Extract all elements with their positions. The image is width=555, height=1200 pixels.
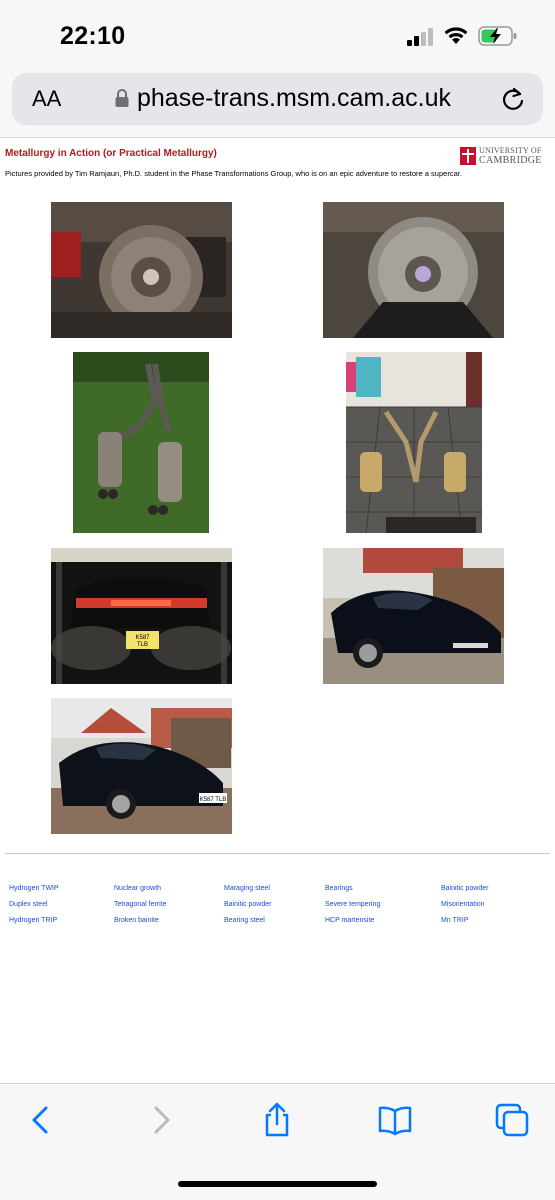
- wifi-icon: [444, 27, 468, 44]
- footer-link[interactable]: Hydrogen TWIP: [9, 885, 59, 892]
- bookmarks-icon[interactable]: [377, 1102, 413, 1138]
- footer-link[interactable]: Severe tempering: [325, 901, 380, 908]
- lock-icon: [115, 89, 129, 107]
- footer-link[interactable]: Duplex steel: [9, 901, 48, 908]
- photo-brake-disc-1[interactable]: [51, 202, 232, 338]
- battery-charging-icon: [478, 26, 517, 46]
- cambridge-logo[interactable]: UNIVERSITY OF CAMBRIDGE: [460, 146, 550, 168]
- browser-address-area: AA phase-trans.msm.cam.ac.uk: [0, 66, 555, 138]
- photo-car-front-2[interactable]: K587 TLB: [51, 698, 232, 834]
- browser-toolbar: [0, 1083, 555, 1200]
- footer-link[interactable]: HCP martensite: [325, 917, 374, 924]
- footer-link[interactable]: Bainitic powder: [441, 885, 488, 892]
- footer-link[interactable]: Mn TRIP: [441, 917, 469, 924]
- divider: [5, 853, 550, 854]
- status-time: 22:10: [60, 22, 126, 50]
- svg-text:TLB: TLB: [137, 642, 148, 648]
- footer-link[interactable]: Bearings: [325, 885, 353, 892]
- share-icon[interactable]: [259, 1102, 295, 1138]
- address-bar[interactable]: AA phase-trans.msm.cam.ac.uk: [12, 73, 543, 125]
- footer-links: Hydrogen TWIP Nuclear growth Maraging st…: [0, 883, 555, 943]
- footer-link[interactable]: Maraging steel: [224, 885, 270, 892]
- photo-exhaust-tiles[interactable]: [346, 352, 482, 533]
- logo-line-2: CAMBRIDGE: [479, 155, 542, 166]
- cellular-signal-icon: [407, 28, 433, 46]
- home-indicator[interactable]: [178, 1181, 377, 1187]
- rear-plate-text: K587: [135, 635, 150, 641]
- text-size-button[interactable]: AA: [32, 86, 61, 112]
- photo-brake-disc-2[interactable]: [323, 202, 504, 338]
- footer-link[interactable]: Hydrogen TRIP: [9, 917, 57, 924]
- page-title: Metallurgy in Action (or Practical Metal…: [5, 148, 217, 159]
- photo-exhaust-grass[interactable]: [73, 352, 209, 533]
- footer-link[interactable]: Broken bainite: [114, 917, 159, 924]
- footer-link[interactable]: Bearing steel: [224, 917, 265, 924]
- text-size-label: AA: [32, 86, 62, 111]
- footer-link[interactable]: Tetragonal ferrite: [114, 901, 167, 908]
- back-icon[interactable]: [23, 1102, 59, 1138]
- url-text[interactable]: phase-trans.msm.cam.ac.uk: [137, 84, 451, 113]
- cambridge-shield-icon: [460, 147, 476, 165]
- intro-text: Pictures provided by Tim Ramjaun, Ph.D. …: [5, 169, 462, 178]
- front-plate-text: K587 TLB: [200, 797, 227, 803]
- photo-car-rear-smoke[interactable]: K587 TLB: [51, 548, 232, 684]
- tabs-icon[interactable]: [494, 1102, 530, 1138]
- status-bar: 22:10: [0, 0, 555, 66]
- footer-link[interactable]: Nuclear growth: [114, 885, 161, 892]
- reload-icon[interactable]: [499, 85, 527, 113]
- footer-link[interactable]: Misorientation: [441, 901, 485, 908]
- footer-link[interactable]: Bainitic powder: [224, 901, 271, 908]
- photo-car-front-1[interactable]: [323, 548, 504, 684]
- forward-icon[interactable]: [143, 1102, 179, 1138]
- web-page-content: Metallurgy in Action (or Practical Metal…: [0, 138, 555, 1083]
